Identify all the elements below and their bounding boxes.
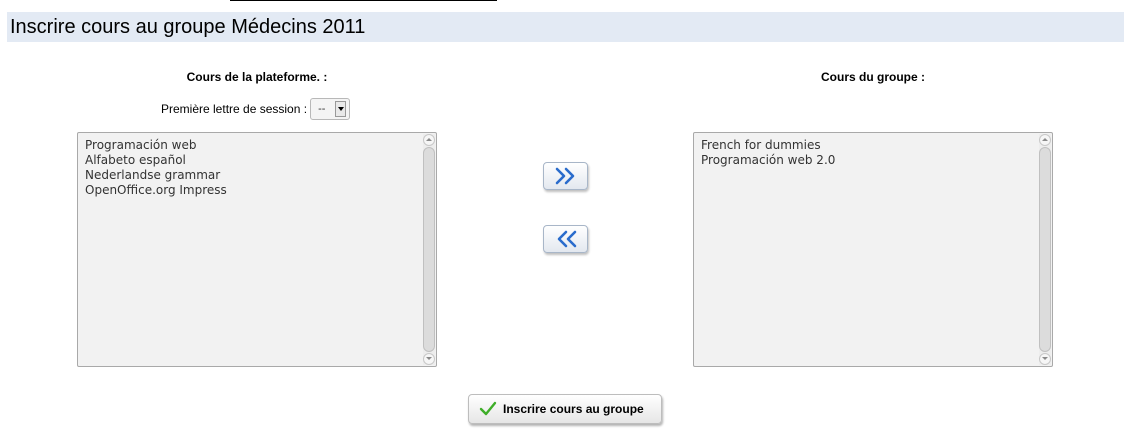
- scroll-up-icon[interactable]: [423, 134, 435, 146]
- checkmark-icon: [479, 401, 497, 416]
- chevron-down-icon: [335, 101, 347, 117]
- top-divider: [230, 0, 497, 1]
- remove-from-group-button[interactable]: [543, 225, 588, 253]
- scroll-thumb[interactable]: [1039, 147, 1051, 352]
- double-chevron-right-icon: [555, 167, 574, 185]
- scroll-down-icon[interactable]: [423, 353, 435, 365]
- platform-list-scrollbar[interactable]: [423, 134, 435, 365]
- scroll-up-icon[interactable]: [1039, 134, 1051, 146]
- platform-course-item[interactable]: Nederlandse grammar: [85, 168, 436, 183]
- submit-label: Inscrire cours au groupe: [503, 402, 644, 416]
- platform-course-item[interactable]: Programación web: [85, 138, 436, 153]
- scroll-down-icon[interactable]: [1039, 353, 1051, 365]
- double-chevron-left-icon: [557, 230, 576, 248]
- session-letter-filter: Première lettre de session : --: [161, 97, 351, 121]
- group-courses-heading: Cours du groupe :: [821, 70, 925, 84]
- session-letter-label: Première lettre de session :: [161, 102, 308, 116]
- scroll-thumb[interactable]: [423, 147, 435, 352]
- group-courses-list[interactable]: French for dummies Programación web 2.0: [693, 132, 1053, 367]
- group-course-item[interactable]: French for dummies: [701, 138, 1052, 153]
- add-to-group-button[interactable]: [543, 162, 588, 190]
- platform-course-item[interactable]: OpenOffice.org Impress: [85, 183, 436, 198]
- page-title: Inscrire cours au groupe Médecins 2011: [7, 12, 1124, 42]
- session-letter-select[interactable]: --: [310, 98, 351, 120]
- group-list-scrollbar[interactable]: [1039, 134, 1051, 365]
- platform-courses-list[interactable]: Programación web Alfabeto español Nederl…: [77, 132, 437, 367]
- session-letter-value: --: [318, 103, 326, 115]
- submit-button[interactable]: Inscrire cours au groupe: [468, 394, 662, 424]
- platform-course-item[interactable]: Alfabeto español: [85, 153, 436, 168]
- platform-courses-heading: Cours de la plateforme. :: [186, 70, 328, 84]
- group-course-item[interactable]: Programación web 2.0: [701, 153, 1052, 168]
